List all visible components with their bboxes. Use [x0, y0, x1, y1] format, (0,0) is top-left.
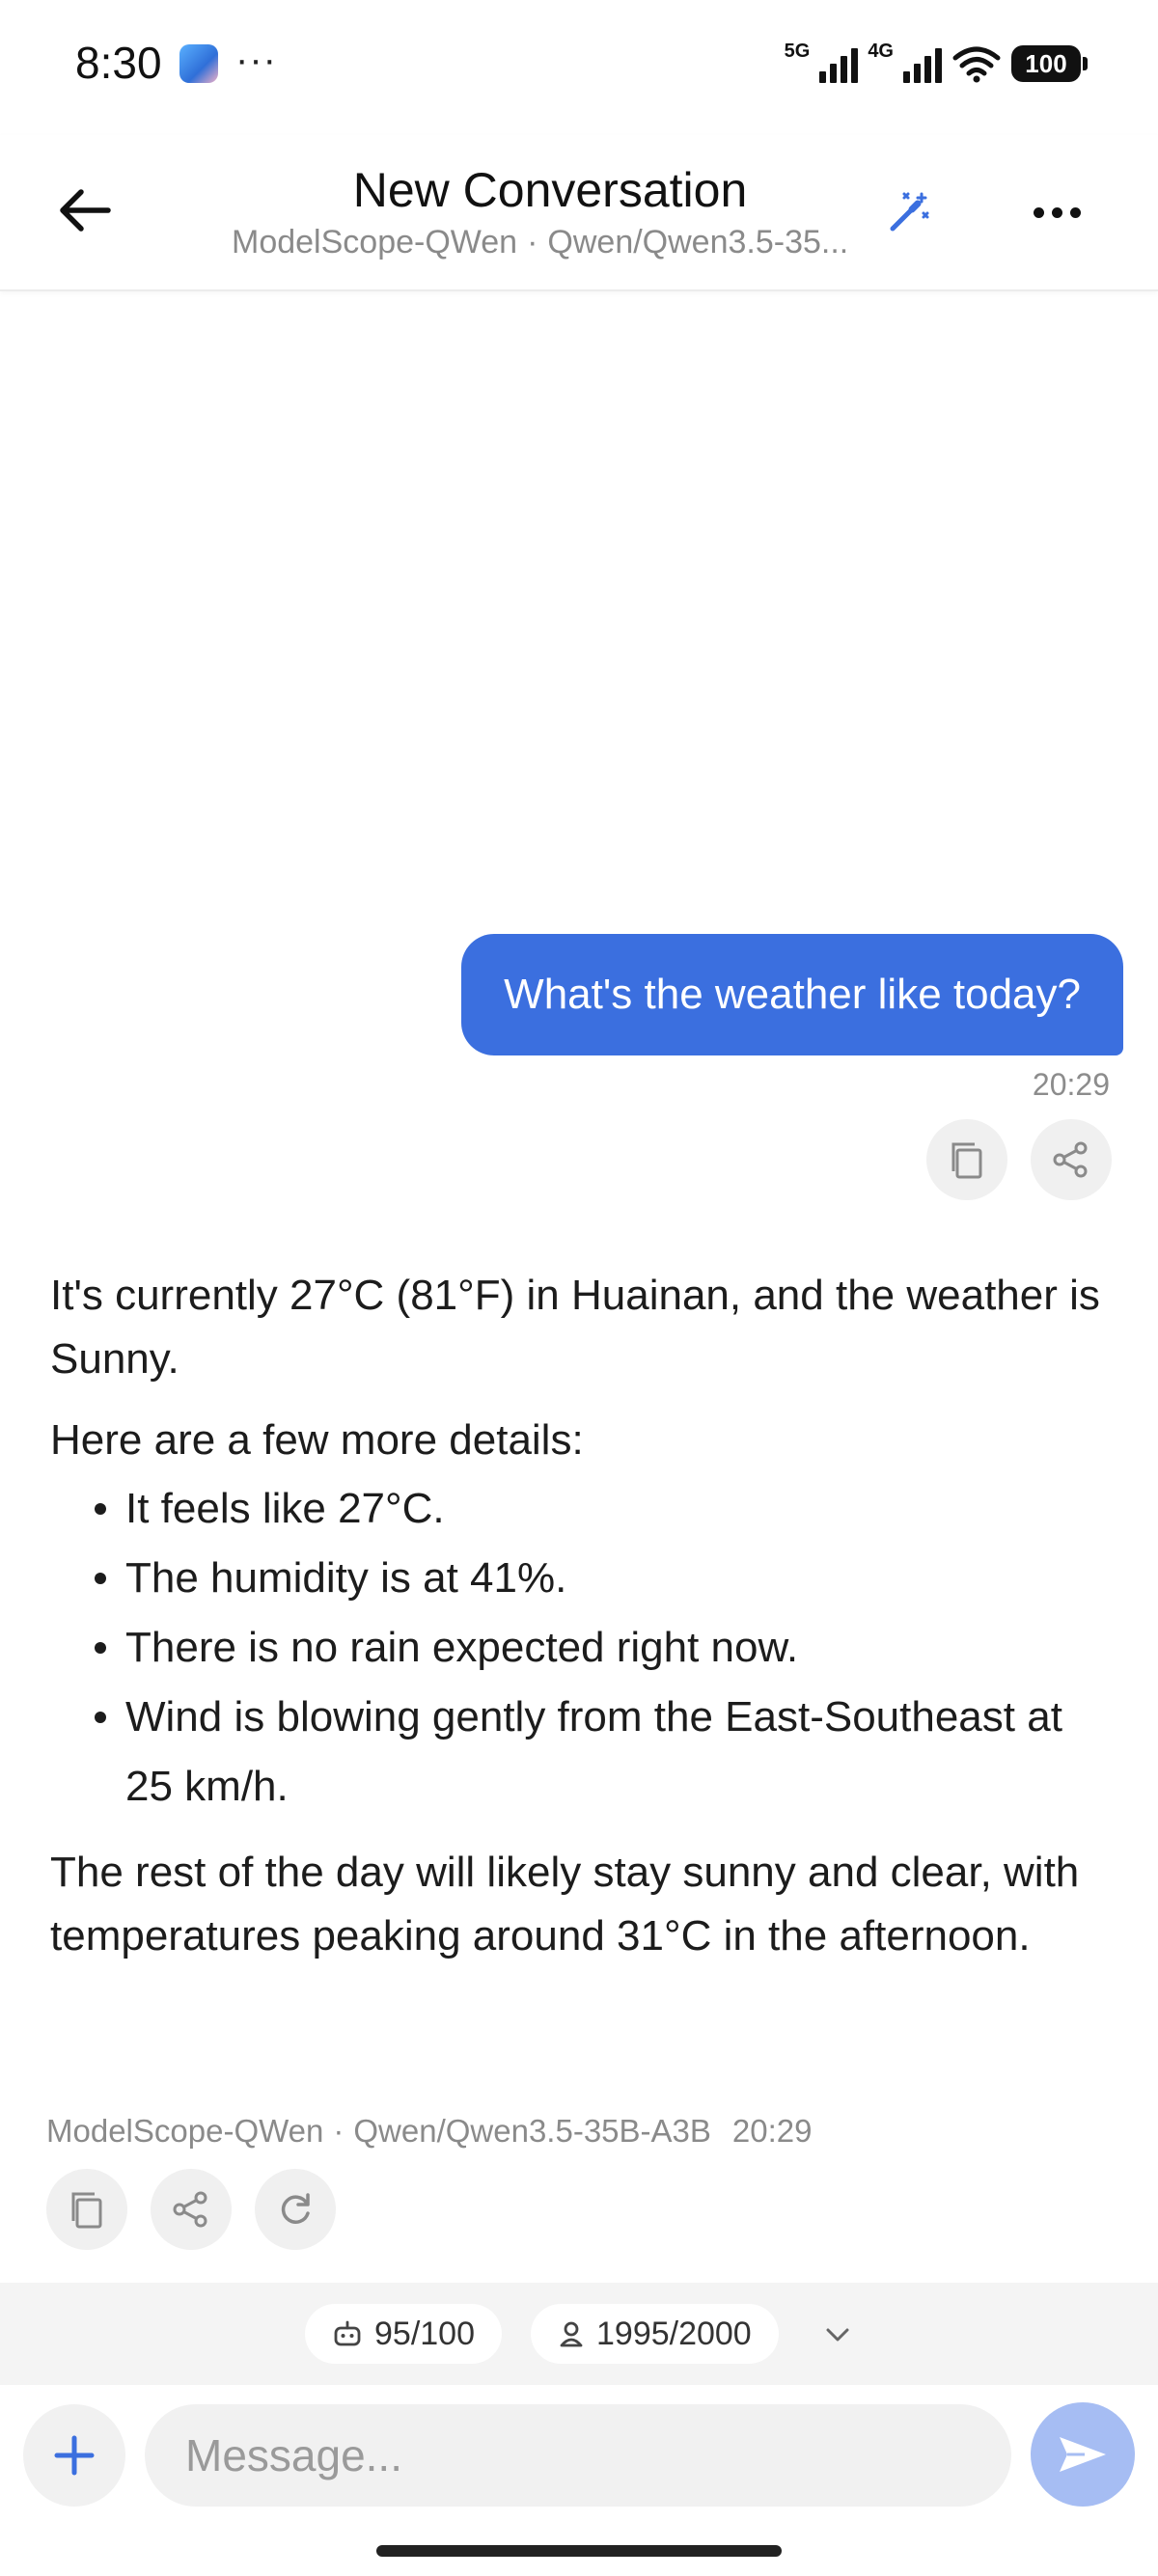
more-notifications-icon: ···: [235, 39, 277, 81]
send-icon: [1060, 2437, 1106, 2472]
send-button[interactable]: [1031, 2402, 1135, 2507]
text-span: .: [167, 1335, 179, 1383]
temperature-value: 27°C (81°F): [290, 1272, 515, 1319]
more-options-button[interactable]: [1023, 183, 1090, 241]
meta-separator: ·: [333, 2113, 345, 2149]
list-item: Wind is blowing gently from the East-Sou…: [50, 1683, 1121, 1822]
provider-name: ModelScope-QWen: [232, 224, 518, 260]
robot-icon: [334, 2320, 361, 2346]
details-list: It feels like 27°C. The humidity is at 4…: [50, 1474, 1121, 1822]
refresh-icon: [281, 2193, 310, 2224]
signal-5g-label: 5G: [784, 41, 811, 62]
chevron-down-icon: [826, 2328, 849, 2342]
status-bar: 8:30 ··· 5G 4G 100: [0, 0, 1158, 135]
share-assistant-message-button[interactable]: [151, 2169, 232, 2250]
meta-time: 20:29: [731, 2113, 813, 2149]
home-indicator[interactable]: [376, 2545, 782, 2557]
more-dot-icon: [1069, 206, 1081, 218]
battery-icon: 100: [1011, 45, 1088, 82]
add-attachment-button[interactable]: [23, 2404, 125, 2507]
assistant-token-pill[interactable]: 95/100: [305, 2304, 502, 2364]
message-input[interactable]: [145, 2404, 1011, 2507]
user-icon: [560, 2321, 583, 2347]
signal-5g-icon: [819, 44, 859, 83]
signal-4g-icon: [903, 44, 942, 83]
magic-wand-icon: [890, 192, 929, 232]
copy-icon: [951, 1142, 982, 1179]
magic-wand-button[interactable]: [880, 183, 938, 241]
app-notification-icon: [179, 44, 218, 83]
assistant-message-meta: ModelScope-QWen · Qwen/Qwen3.5-35B-A3B 20:2…: [46, 2113, 813, 2150]
list-item: The humidity is at 41%.: [50, 1544, 1121, 1613]
share-user-message-button[interactable]: [1031, 1119, 1112, 1200]
meta-provider: ModelScope-QWen: [46, 2113, 324, 2149]
assistant-message: It's currently 27°C (81°F) in Huainan, a…: [50, 1264, 1121, 1968]
user-message-bubble[interactable]: What's the weather like today?: [461, 934, 1123, 1055]
regenerate-button[interactable]: [255, 2169, 336, 2250]
meta-model: Qwen/Qwen3.5-35B-A3B: [353, 2113, 711, 2149]
condition-value: Sunny: [50, 1335, 168, 1383]
list-item: There is no rain expected right now.: [50, 1613, 1121, 1683]
copy-icon: [71, 2192, 102, 2229]
assistant-token-count: 95/100: [374, 2315, 475, 2352]
more-dot-icon: [1051, 206, 1062, 218]
share-icon: [1053, 1141, 1088, 1178]
subtitle-separator: ·: [527, 224, 538, 260]
user-message-time: 20:29: [1032, 1067, 1110, 1102]
status-indicators: 5G 4G 100: [784, 41, 1088, 85]
user-token-count: 1995/2000: [596, 2315, 752, 2352]
text-span: in Huainan, and the weather is: [514, 1272, 1100, 1319]
assistant-paragraph: The rest of the day will likely stay sun…: [50, 1849, 1080, 1959]
status-time: 8:30: [75, 38, 162, 88]
more-dot-icon: [1033, 206, 1044, 218]
assistant-paragraph: It's currently 27°C (81°F) in Huainan, a…: [50, 1264, 1121, 1391]
message-composer: [0, 2385, 1158, 2576]
assistant-paragraph: Here are a few more details:: [50, 1416, 584, 1464]
token-usage-bar: 95/100 1995/2000: [0, 2283, 1158, 2385]
list-item: It feels like 27°C.: [50, 1474, 1121, 1544]
user-token-pill[interactable]: 1995/2000: [531, 2304, 779, 2364]
copy-assistant-message-button[interactable]: [46, 2169, 127, 2250]
copy-user-message-button[interactable]: [926, 1119, 1007, 1200]
conversation-header: New Conversation ModelScope-QWen · Qwen/Qw…: [0, 135, 1158, 291]
text-span: It's currently: [50, 1272, 290, 1319]
model-name: Qwen/Qwen3.5-35...: [547, 224, 849, 260]
expand-tokens-button[interactable]: [818, 2316, 857, 2354]
signal-4g-label: 4G: [868, 41, 894, 62]
model-subtitle[interactable]: ModelScope-QWen · Qwen/Qwen3.5-35...: [232, 224, 868, 261]
share-icon: [173, 2191, 207, 2228]
plus-icon: [54, 2435, 95, 2476]
wifi-icon: [952, 46, 1001, 83]
